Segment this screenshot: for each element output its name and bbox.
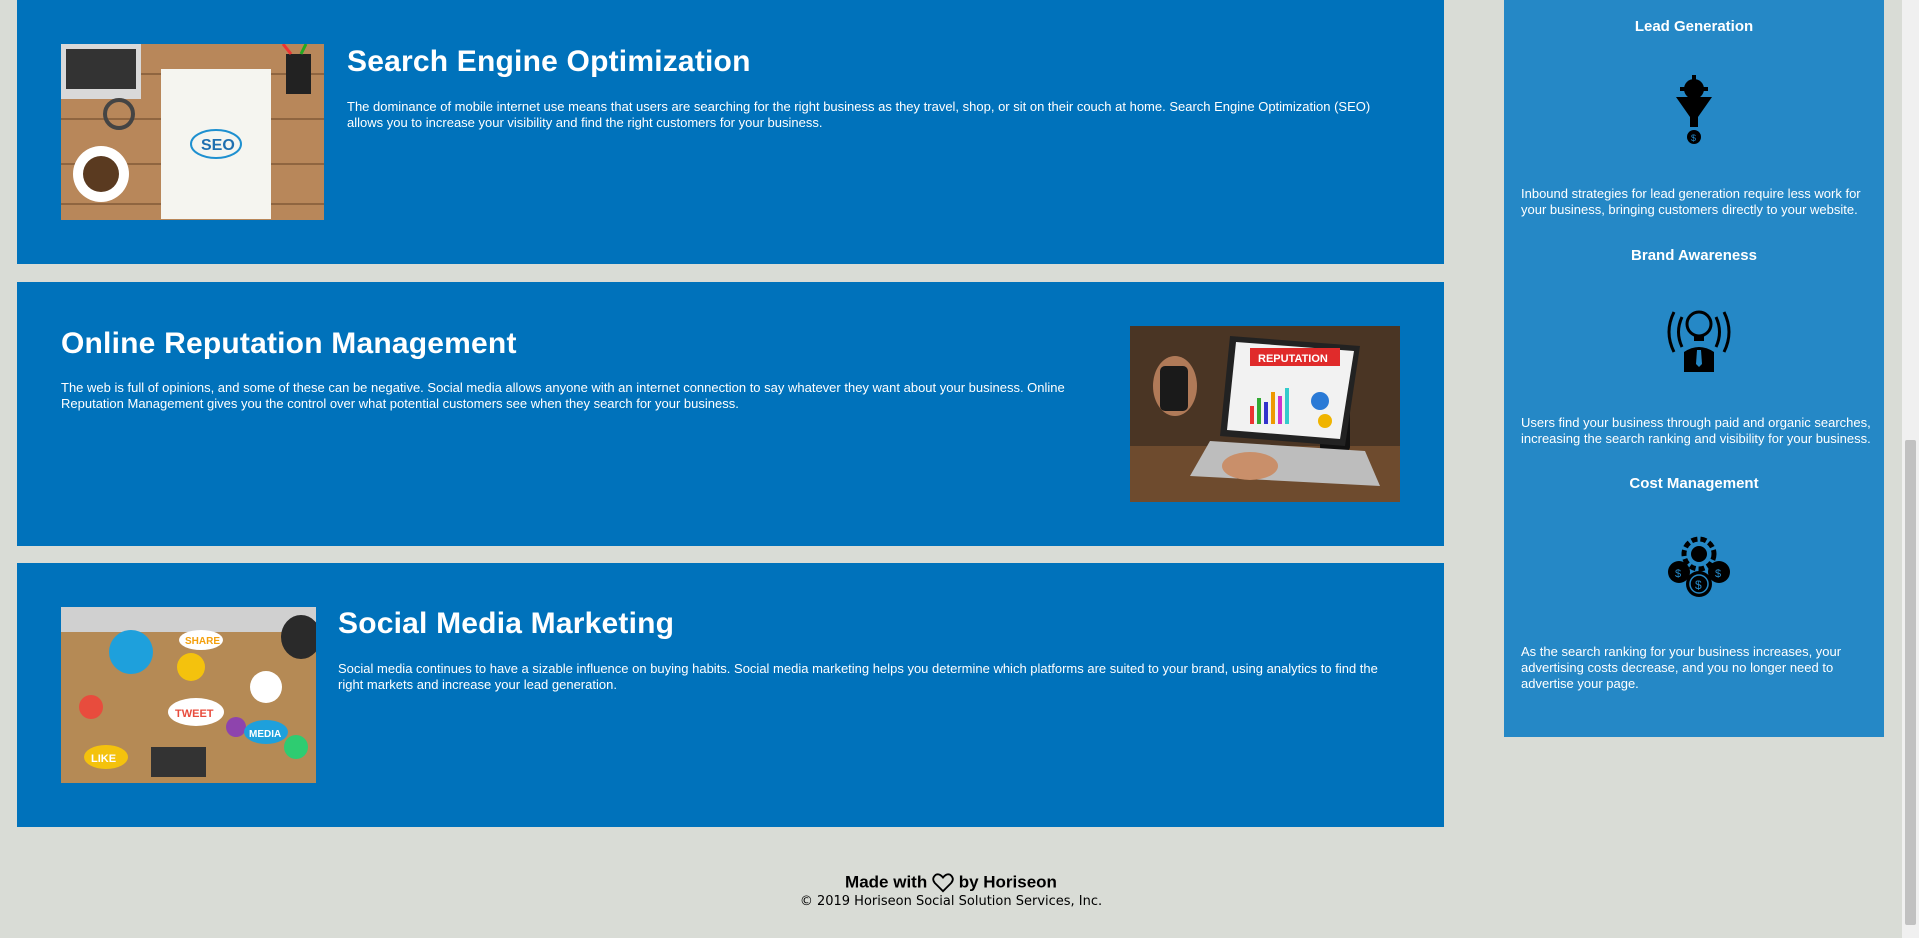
seo-text: The dominance of mobile internet use mea…: [347, 99, 1371, 130]
social-bubble-share: SHARE: [185, 636, 220, 647]
svg-text:$: $: [1675, 568, 1681, 580]
seo-section: SEO Search Engine Optimization The domin…: [17, 0, 1444, 264]
reputation-image-label: REPUTATION: [1258, 353, 1328, 365]
social-bubble-tweet: TWEET: [175, 708, 214, 720]
social-media-text: Social media continues to have a sizable…: [338, 661, 1378, 692]
svg-text:$: $: [1691, 133, 1696, 143]
social-bubble-media: MEDIA: [249, 729, 281, 740]
social-media-section: TWEET LIKE MEDIA SHARE Social Media Mark…: [17, 563, 1444, 827]
reputation-text: The web is full of opinions, and some of…: [61, 380, 1065, 411]
footer-by-text: by Horiseon: [958, 872, 1057, 892]
benefit-text: As the search ranking for your business …: [1521, 644, 1842, 691]
seo-title: Search Engine Optimization: [347, 45, 751, 78]
seo-image: SEO: [61, 44, 324, 220]
scrollbar-thumb[interactable]: [1905, 440, 1916, 925]
benefits-sidebar: Lead Generation $ Inbound strategies for…: [1504, 0, 1884, 737]
social-media-image: TWEET LIKE MEDIA SHARE: [61, 607, 316, 783]
benefit-text: Inbound strategies for lead generation r…: [1521, 186, 1861, 217]
social-media-title: Social Media Marketing: [338, 607, 675, 640]
seo-image-label: SEO: [201, 137, 235, 154]
footer-copyright: © 2019 Horiseon Social Solution Services…: [799, 894, 1103, 909]
lead-generation-icon: $: [1664, 75, 1724, 145]
brand-awareness-icon: [1664, 302, 1731, 372]
footer-made-with-text: Made with: [845, 872, 928, 892]
page: SEO Search Engine Optimization The domin…: [0, 0, 1902, 938]
social-bubble-like: LIKE: [91, 753, 116, 765]
reputation-title: Online Reputation Management: [61, 327, 517, 360]
reputation-image: REPUTATION: [1130, 326, 1400, 502]
benefit-title: Brand Awareness: [1631, 247, 1757, 264]
reputation-section: Online Reputation Management The web is …: [17, 282, 1444, 546]
svg-text:$: $: [1695, 578, 1702, 592]
footer-made-with: Made with by Horiseon: [0, 872, 1902, 893]
benefit-text: Users find your business through paid an…: [1521, 415, 1871, 446]
benefit-lead-generation: Lead Generation $ Inbound strategies for…: [1504, 0, 1884, 225]
benefit-title: Cost Management: [1629, 475, 1759, 492]
heart-icon: [932, 872, 959, 893]
benefit-title: Lead Generation: [1634, 18, 1754, 35]
cost-management-icon: $ $ $: [1664, 532, 1730, 602]
svg-text:$: $: [1715, 568, 1721, 580]
vertical-scrollbar[interactable]: [1902, 0, 1919, 938]
